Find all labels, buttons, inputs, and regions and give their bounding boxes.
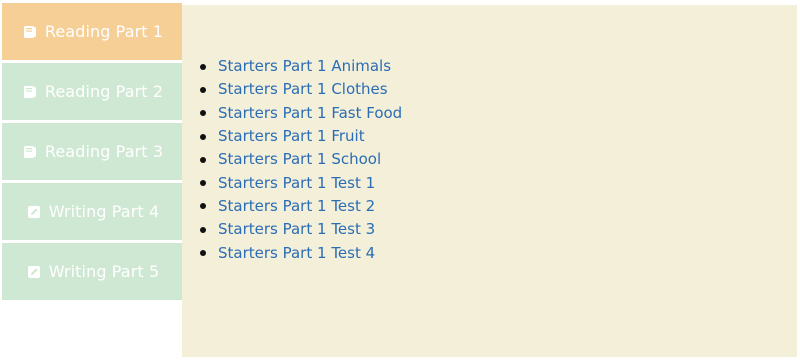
bullet-icon: [200, 133, 206, 140]
list-item: Starters Part 1 Fruit: [200, 125, 402, 148]
bullet-icon: [200, 226, 206, 233]
tab-list: Reading Part 1 Reading Part 2 Reading Pa…: [2, 3, 182, 303]
book-icon: [21, 143, 39, 161]
bullet-icon: [200, 156, 206, 163]
book-icon: [21, 23, 39, 41]
link-starters-part-1-test-1[interactable]: Starters Part 1 Test 1: [218, 172, 375, 195]
list-item: Starters Part 1 Test 3: [200, 218, 402, 241]
tab-label: Reading Part 3: [44, 142, 164, 161]
bullet-icon: [200, 110, 206, 117]
link-list: Starters Part 1 Animals Starters Part 1 …: [200, 55, 402, 265]
tab-label: Writing Part 5: [48, 262, 160, 281]
list-item: Starters Part 1 Fast Food: [200, 102, 402, 125]
tab-label: Writing Part 4: [48, 202, 160, 221]
bullet-icon: [200, 63, 206, 70]
list-item: Starters Part 1 Test 4: [200, 241, 402, 264]
link-starters-part-1-animals[interactable]: Starters Part 1 Animals: [218, 55, 391, 78]
link-starters-part-1-test-2[interactable]: Starters Part 1 Test 2: [218, 195, 375, 218]
bullet-icon: [200, 180, 206, 187]
link-starters-part-1-school[interactable]: Starters Part 1 School: [218, 148, 381, 171]
list-item: Starters Part 1 Clothes: [200, 78, 402, 101]
bullet-icon: [200, 203, 206, 210]
tab-writing-part-5[interactable]: Writing Part 5: [2, 243, 182, 300]
list-item: Starters Part 1 Test 1: [200, 171, 402, 194]
link-starters-part-1-clothes[interactable]: Starters Part 1 Clothes: [218, 78, 388, 101]
tab-reading-part-2[interactable]: Reading Part 2: [2, 63, 182, 120]
tab-writing-part-4[interactable]: Writing Part 4: [2, 183, 182, 240]
link-starters-part-1-test-4[interactable]: Starters Part 1 Test 4: [218, 242, 375, 265]
tab-reading-part-3[interactable]: Reading Part 3: [2, 123, 182, 180]
link-starters-part-1-fruit[interactable]: Starters Part 1 Fruit: [218, 125, 365, 148]
content-panel: Starters Part 1 Animals Starters Part 1 …: [182, 5, 797, 357]
book-icon: [21, 83, 39, 101]
page: Reading Part 1 Reading Part 2 Reading Pa…: [0, 0, 800, 360]
list-item: Starters Part 1 School: [200, 148, 402, 171]
pencil-icon: [25, 263, 43, 281]
pencil-icon: [25, 203, 43, 221]
bullet-icon: [200, 86, 206, 93]
link-starters-part-1-fast-food[interactable]: Starters Part 1 Fast Food: [218, 102, 402, 125]
list-item: Starters Part 1 Test 2: [200, 195, 402, 218]
list-item: Starters Part 1 Animals: [200, 55, 402, 78]
tab-reading-part-1[interactable]: Reading Part 1: [2, 3, 182, 60]
link-starters-part-1-test-3[interactable]: Starters Part 1 Test 3: [218, 218, 375, 241]
bullet-icon: [200, 250, 206, 257]
tab-label: Reading Part 1: [44, 22, 164, 41]
tab-label: Reading Part 2: [44, 82, 164, 101]
